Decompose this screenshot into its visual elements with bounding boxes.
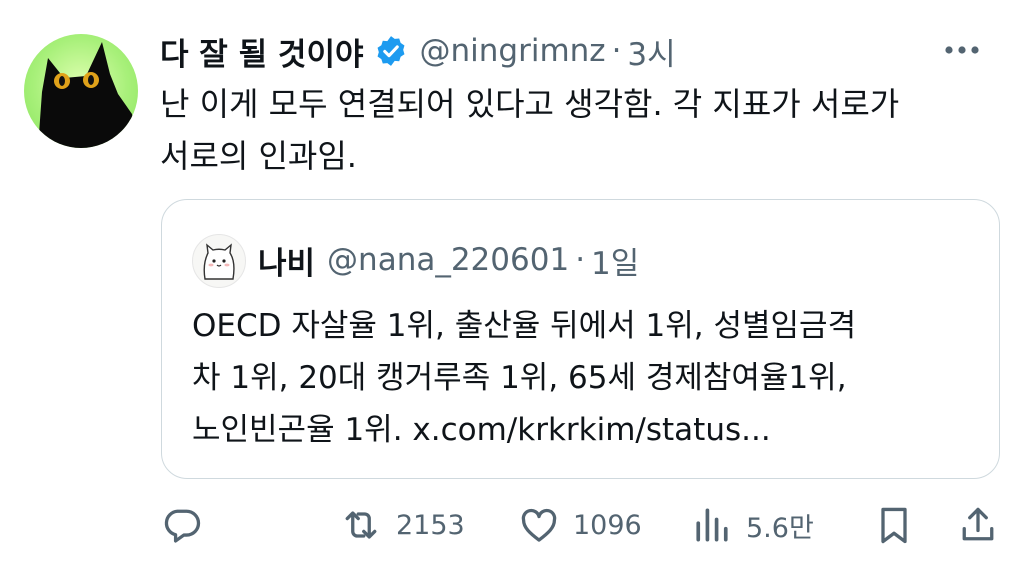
author-display-name[interactable]: 다 잘 될 것이야: [160, 29, 364, 74]
reply-button[interactable]: [160, 500, 204, 550]
header-separator: ·: [611, 33, 622, 69]
tweet-timestamp[interactable]: 3시: [627, 29, 675, 74]
tweet-text-line: 난 이게 모두 연결되어 있다고 생각함. 각 지표가 서로가: [160, 85, 900, 123]
heart-icon: [521, 508, 557, 542]
share-button[interactable]: [956, 500, 1000, 550]
views-button[interactable]: 5.6만: [690, 500, 814, 550]
views-icon: [696, 508, 728, 542]
author-avatar[interactable]: [24, 34, 138, 148]
quoted-text-line: OECD 자살율 1위, 출산율 뒤에서 1위, 성별임금격: [192, 308, 857, 344]
action-bar: 2153 1096 5.6만: [160, 500, 1005, 550]
reply-icon: [164, 509, 201, 543]
verified-badge-icon[interactable]: [374, 34, 408, 68]
quoted-header-separator: ·: [575, 242, 586, 278]
quoted-text-line: 차 1위, 20대 캥거루족 1위, 65세 경제참여율1위,: [192, 360, 847, 396]
quoted-text-line: 노인빈곤율 1위. x.com/krkrkim/status...: [192, 412, 771, 448]
retweet-count: 2153: [396, 509, 465, 541]
tweet-text-line: 서로의 인과임.: [160, 137, 357, 175]
views-count: 5.6만: [746, 512, 814, 544]
like-button[interactable]: 1096: [517, 500, 642, 550]
quoted-tweet-header: 나비 @nana_220601 · 1일: [258, 236, 639, 284]
quoted-tweet-timestamp[interactable]: 1일: [591, 238, 639, 283]
quoted-tweet-text: OECD 자살율 1위, 출산율 뒤에서 1위, 성별임금격 차 1위, 20대…: [192, 300, 982, 456]
tweet-header: 다 잘 될 것이야 @ningrimnz · 3시: [160, 28, 1004, 74]
author-handle[interactable]: @ningrimnz: [420, 33, 606, 69]
bookmark-icon: [881, 507, 907, 544]
tweet-text: 난 이게 모두 연결되어 있다고 생각함. 각 지표가 서로가 서로의 인과임.: [160, 78, 1010, 182]
share-icon: [962, 507, 994, 541]
retweet-icon: [345, 511, 377, 539]
quoted-author-avatar: [192, 234, 246, 288]
quoted-tweet-card[interactable]: 나비 @nana_220601 · 1일 OECD 자살율 1위, 출산율 뒤에…: [161, 199, 1000, 479]
retweet-button[interactable]: 2153: [338, 500, 465, 550]
quoted-author-name[interactable]: 나비: [258, 238, 315, 283]
more-options-icon[interactable]: [942, 42, 982, 56]
bookmark-button[interactable]: [872, 500, 916, 550]
white-cat-avatar-icon: [203, 243, 235, 280]
like-count: 1096: [573, 509, 642, 541]
black-cat-avatar-icon: [38, 42, 138, 148]
quoted-author-handle[interactable]: @nana_220601: [327, 242, 569, 278]
